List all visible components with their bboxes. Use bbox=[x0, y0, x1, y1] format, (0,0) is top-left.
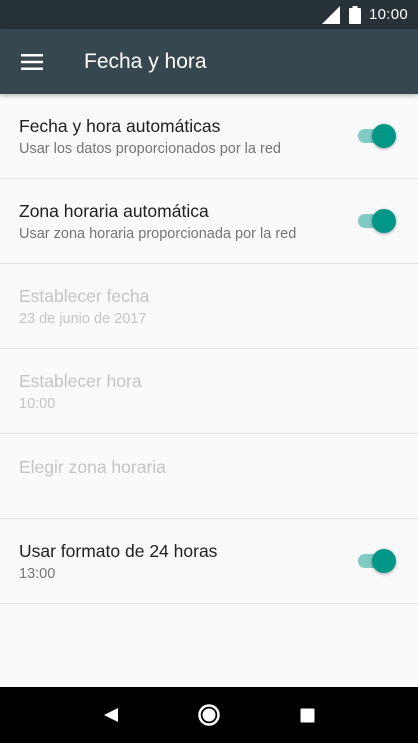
setting-24-hour-format[interactable]: Usar formato de 24 horas 13:00 bbox=[0, 519, 418, 604]
status-time: 10:00 bbox=[368, 6, 408, 23]
status-bar: 10:00 bbox=[0, 0, 418, 29]
auto-date-time-switch[interactable] bbox=[356, 124, 396, 148]
24-hour-format-switch[interactable] bbox=[356, 549, 396, 573]
back-triangle-icon bbox=[104, 708, 118, 722]
settings-list: Fecha y hora automáticas Usar los datos … bbox=[0, 94, 418, 604]
switch-thumb bbox=[372, 549, 396, 573]
setting-set-time: Establecer hora 10:00 bbox=[0, 349, 418, 434]
back-button[interactable] bbox=[91, 695, 131, 735]
signal-icon bbox=[321, 5, 340, 24]
auto-timezone-switch[interactable] bbox=[356, 209, 396, 233]
home-button[interactable] bbox=[189, 695, 229, 735]
home-circle-icon bbox=[198, 704, 220, 726]
setting-title: Establecer hora bbox=[19, 370, 142, 391]
battery-icon bbox=[348, 5, 361, 24]
switch-thumb bbox=[372, 124, 396, 148]
setting-auto-timezone[interactable]: Zona horaria automática Usar zona horari… bbox=[0, 179, 418, 264]
app-bar: Fecha y hora bbox=[0, 29, 418, 94]
setting-title: Establecer fecha bbox=[19, 285, 150, 306]
hamburger-menu-icon bbox=[21, 53, 43, 70]
navigation-bar bbox=[0, 687, 418, 743]
recents-square-icon bbox=[300, 708, 314, 722]
setting-subtitle: 23 de junio de 2017 bbox=[19, 310, 147, 327]
page-title: Fecha y hora bbox=[84, 49, 207, 73]
switch-thumb bbox=[372, 209, 396, 233]
setting-title: Elegir zona horaria bbox=[19, 457, 166, 477]
recents-button[interactable] bbox=[287, 695, 327, 735]
setting-choose-timezone: Elegir zona horaria bbox=[0, 434, 418, 519]
setting-set-date: Establecer fecha 23 de junio de 2017 bbox=[0, 264, 418, 349]
menu-button[interactable] bbox=[0, 29, 64, 94]
setting-auto-date-time[interactable]: Fecha y hora automáticas Usar los datos … bbox=[0, 94, 418, 179]
setting-subtitle: 10:00 bbox=[19, 395, 56, 412]
